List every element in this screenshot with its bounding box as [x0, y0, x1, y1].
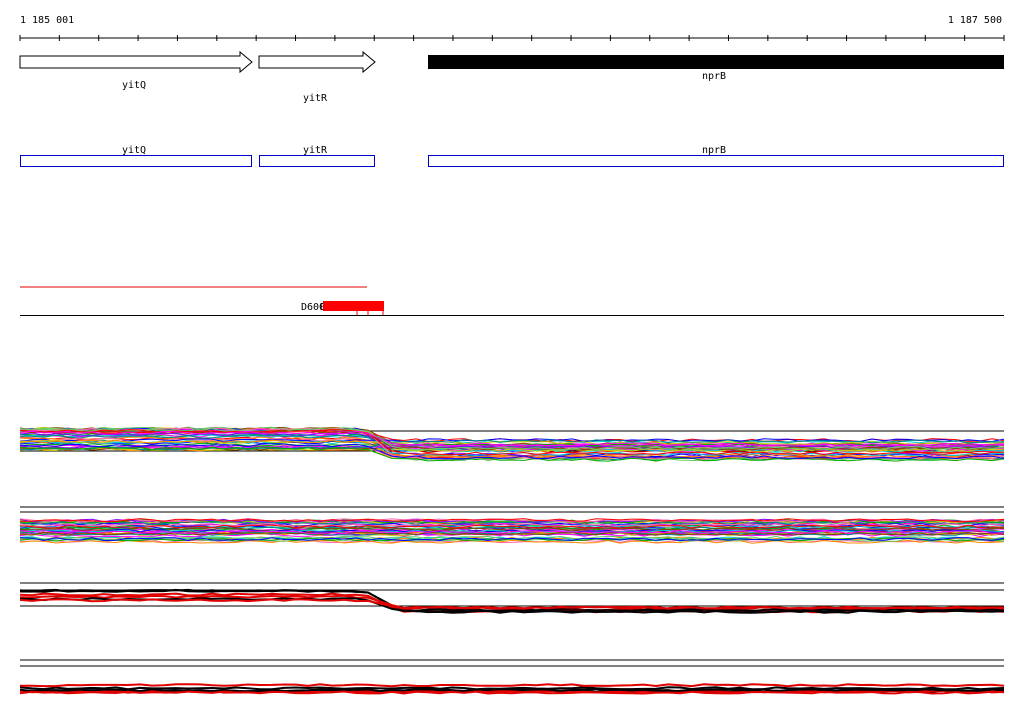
gene-label-yitQ: yitQ	[122, 80, 146, 91]
gene-track: yitQ yitR nprB	[19, 50, 1004, 104]
feature-box-nprB[interactable]	[428, 155, 1004, 167]
ruler-start-label: 1 185 001	[20, 15, 74, 26]
feature-box-yitQ[interactable]	[20, 155, 252, 167]
panel-4-profiles	[19, 683, 1005, 695]
panel-2-profiles	[19, 518, 1005, 544]
feature-label-nprB: nprB	[702, 145, 726, 156]
panel-1-profiles	[19, 426, 1005, 462]
profile-line	[19, 683, 1005, 688]
feature-box-yitR[interactable]	[259, 155, 375, 167]
gene-label-yitR: yitR	[303, 93, 328, 104]
expression-panel-2	[19, 506, 1005, 544]
feature-label-yitR: yitR	[303, 145, 328, 156]
expression-panel-4	[19, 659, 1005, 695]
probe-track: D600 D602	[20, 286, 1004, 316]
expression-panel-1	[19, 426, 1005, 462]
profile-line	[19, 594, 1005, 610]
genome-browser: 1 185 001 1 187 500 yitQ yitR nprB yitQ …	[19, 15, 1005, 695]
ruler-end-label: 1 187 500	[948, 15, 1002, 26]
profile-line	[19, 598, 1005, 610]
feature-track: yitQ yitR nprB	[20, 145, 1004, 167]
gene-arrow-yitQ[interactable]	[19, 50, 253, 74]
gene-arrow-yitR[interactable]	[258, 50, 376, 74]
coordinate-ruler: 1 185 001 1 187 500	[19, 15, 1005, 41]
probe-block[interactable]	[323, 301, 384, 311]
panel-3-profiles	[19, 588, 1005, 614]
gene-label-nprB: nprB	[702, 71, 726, 82]
feature-label-yitQ: yitQ	[122, 145, 146, 156]
gene-bar-nprB[interactable]	[428, 55, 1004, 69]
expression-panel-3	[19, 582, 1005, 614]
